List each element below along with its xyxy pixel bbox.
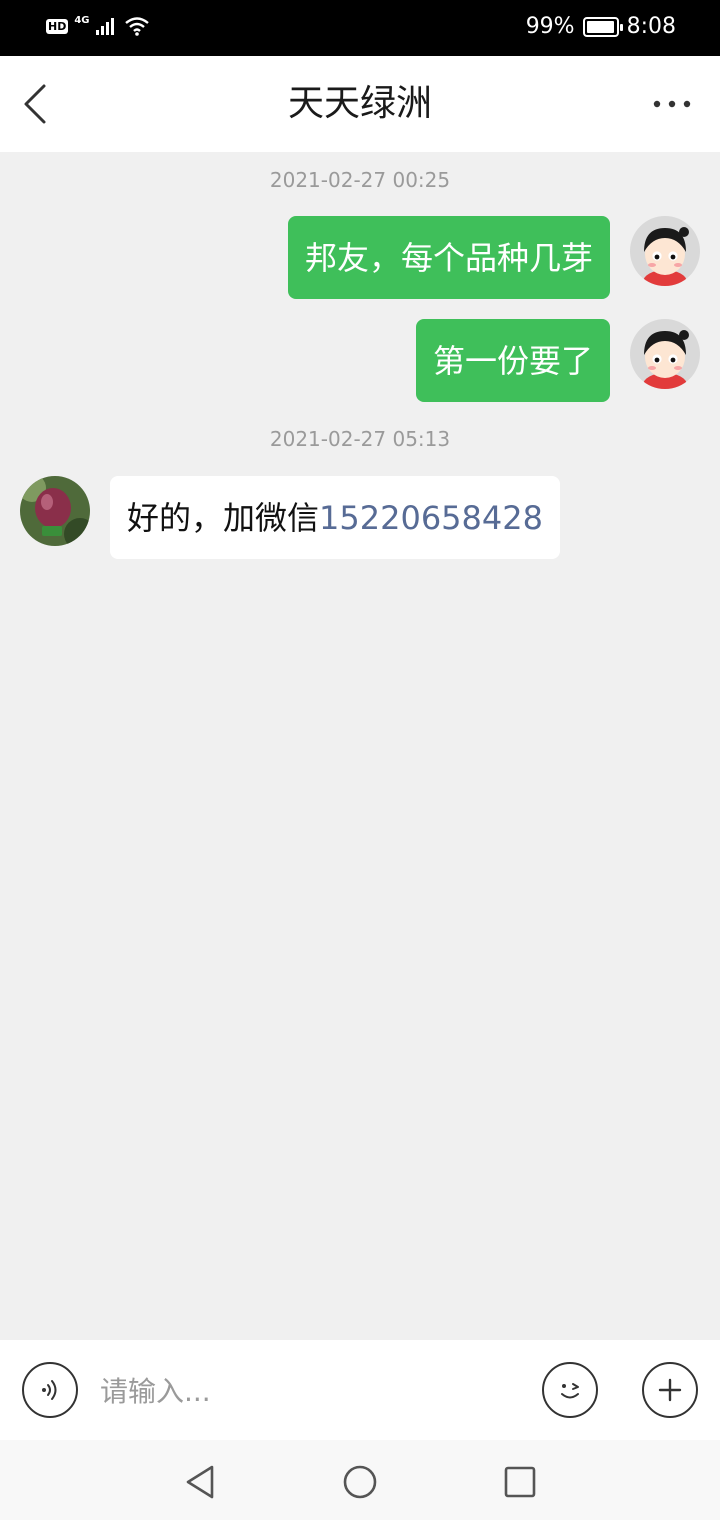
signal-icon	[95, 18, 114, 35]
message-input[interactable]	[100, 1370, 520, 1412]
fruit-photo-icon	[20, 476, 90, 546]
add-button[interactable]	[642, 1362, 698, 1418]
more-dots-icon	[653, 100, 691, 108]
my-avatar[interactable]	[630, 319, 700, 389]
nav-home-button[interactable]	[340, 1462, 380, 1502]
cartoon-girl-icon	[630, 319, 700, 389]
nav-recents-button[interactable]	[500, 1462, 540, 1502]
chat-header: 天天绿洲	[0, 56, 720, 152]
message-text: 好的，加微信	[127, 499, 320, 537]
contact-avatar[interactable]	[20, 476, 90, 546]
cartoon-girl-icon	[630, 216, 700, 286]
plus-icon	[658, 1378, 682, 1402]
hd-badge: HD	[46, 18, 69, 34]
square-recents-icon	[504, 1466, 536, 1498]
network-type: 4G	[74, 14, 90, 26]
more-button[interactable]	[648, 84, 696, 124]
status-right: 99% 8:08	[526, 14, 676, 39]
circle-home-icon	[343, 1465, 377, 1499]
voice-icon	[42, 1380, 57, 1400]
battery-level	[586, 20, 615, 33]
system-nav-bar	[0, 1440, 720, 1520]
emoji-button[interactable]	[542, 1362, 598, 1418]
wifi-icon	[124, 17, 149, 36]
status-bar: HD 4G 99% 8:08	[0, 0, 720, 56]
status-left: HD 4G	[46, 14, 150, 36]
message-bubble-sent[interactable]: 邦友，每个品种几芽	[287, 216, 610, 299]
phone-number-link[interactable]: 15220658428	[319, 499, 543, 537]
voice-button[interactable]	[22, 1362, 78, 1418]
my-avatar[interactable]	[630, 216, 700, 286]
battery-icon	[582, 16, 623, 37]
clock: 8:08	[626, 14, 676, 39]
message-bubble-sent[interactable]: 第一份要了	[415, 319, 610, 402]
input-bar	[0, 1340, 720, 1440]
page-title: 天天绿洲	[287, 83, 432, 124]
message-bubble-received[interactable]: 好的，加微信15220658428	[110, 476, 560, 559]
emoji-icon	[561, 1383, 579, 1399]
nav-back-button[interactable]	[180, 1462, 220, 1502]
timestamp: 2021-02-27 00:25	[269, 168, 451, 192]
triangle-back-icon	[186, 1465, 214, 1499]
battery-percent: 99%	[525, 14, 575, 39]
timestamp: 2021-02-27 05:13	[269, 427, 451, 451]
